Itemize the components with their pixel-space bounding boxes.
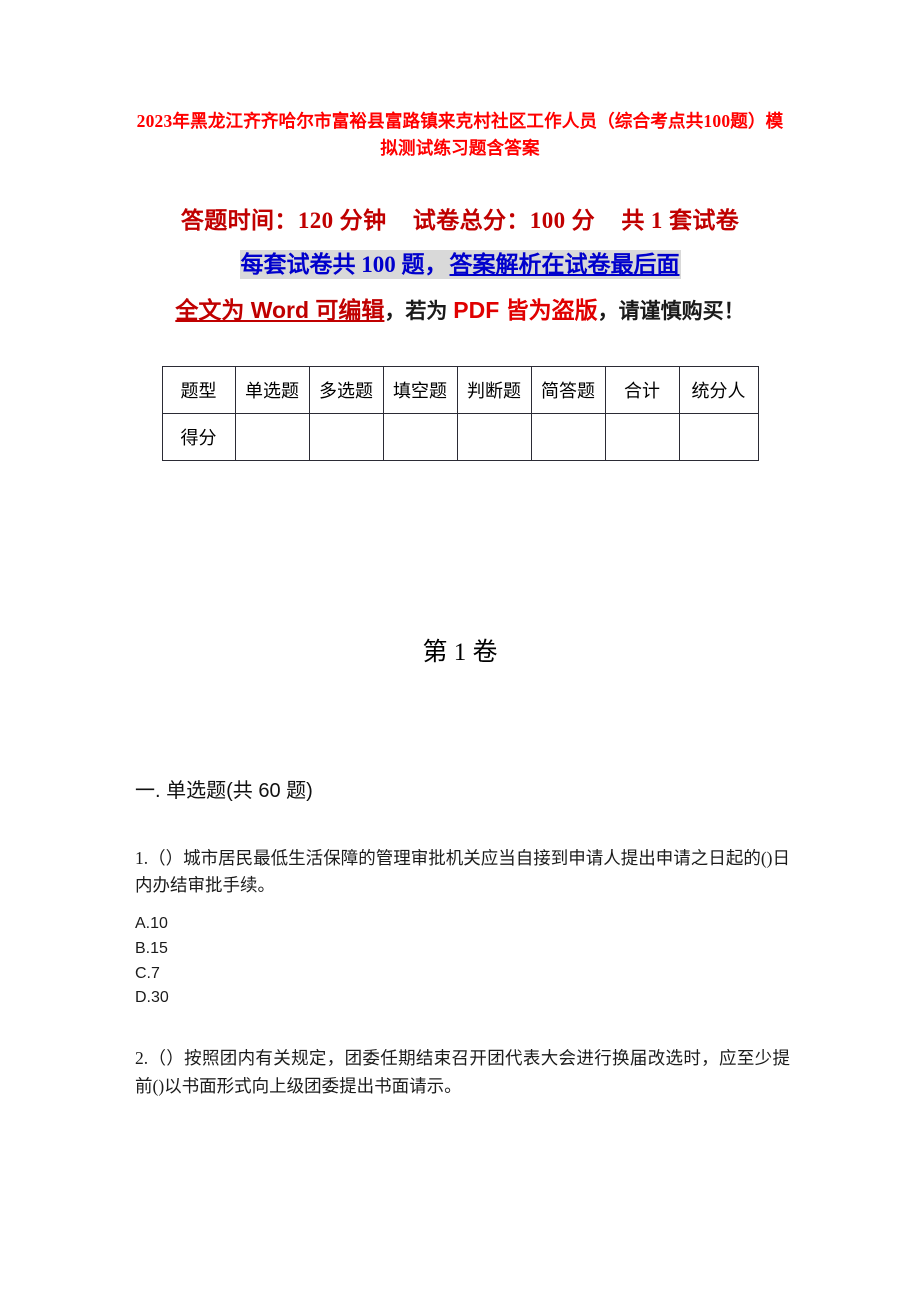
table-header-cell: 单选题 xyxy=(234,366,310,415)
option-list: A.10 B.15 C.7 D.30 xyxy=(135,912,790,1011)
table-header-cell: 题型 xyxy=(161,366,236,415)
document-page: 2023年黑龙江齐齐哈尔市富裕县富路镇来克村社区工作人员（综合考点共100题）模… xyxy=(0,0,920,1302)
score-table: 题型 单选题 多选题 填空题 判断题 简答题 合计 统分人 得分 xyxy=(161,366,759,462)
section-heading-single-choice: 一. 单选题(共 60 题) xyxy=(135,779,313,802)
score-cell[interactable] xyxy=(308,413,384,462)
paper-count-label: 共 1 套试卷 xyxy=(621,208,740,234)
purchase-caution-text: ，请谨慎购买！ xyxy=(597,299,745,323)
question-item: 1.（）城市居民最低生活保障的管理审批机关应当自接到申请人提出申请之日起的()日… xyxy=(135,845,790,1011)
table-row: 得分 xyxy=(161,413,759,462)
question-text: 2.（）按照团内有关规定，团委任期结束召开团代表大会进行换届改选时，应至少提前(… xyxy=(135,1048,790,1096)
score-table-container: 题型 单选题 多选题 填空题 判断题 简答题 合计 统分人 得分 xyxy=(130,366,790,462)
word-editable-text: 全文为 Word 可编辑 xyxy=(175,296,385,323)
page-title: 2023年黑龙江齐齐哈尔市富裕县富路镇来克村社区工作人员（综合考点共100题）模… xyxy=(136,111,784,158)
answer-location-line: 每套试卷共 100 题，答案解析在试卷最后面 xyxy=(130,249,790,281)
row-label-cell: 得分 xyxy=(161,413,236,462)
score-cell[interactable] xyxy=(678,413,759,462)
table-header-cell: 判断题 xyxy=(456,366,532,415)
score-cell[interactable] xyxy=(234,413,310,462)
table-header-cell: 统分人 xyxy=(678,366,759,415)
score-cell[interactable] xyxy=(530,413,606,462)
volume-heading: 第 1 卷 xyxy=(422,639,498,667)
score-cell[interactable] xyxy=(604,413,680,462)
table-header-cell: 合计 xyxy=(604,366,680,415)
option-b[interactable]: B.15 xyxy=(135,937,790,962)
answer-analysis-text: 答案解析在试卷最后面 xyxy=(448,250,681,280)
score-cell[interactable] xyxy=(456,413,532,462)
table-header-cell: 多选题 xyxy=(308,366,384,415)
question-text: 1.（）城市居民最低生活保障的管理审批机关应当自接到申请人提出申请之日起的()日… xyxy=(135,847,790,896)
table-header-cell: 填空题 xyxy=(382,366,458,415)
exam-banner: 答题时间：120 分钟 试卷总分：100 分 共 1 套试卷 每套试卷共 100… xyxy=(130,205,790,328)
format-warning-line: 全文为 Word 可编辑，若为 PDF 皆为盗版，请谨慎购买！ xyxy=(130,293,790,329)
table-header-cell: 简答题 xyxy=(530,366,606,415)
question-item: 2.（）按照团内有关规定，团委任期结束召开团代表大会进行换届改选时，应至少提前(… xyxy=(135,1045,790,1100)
table-row: 题型 单选题 多选题 填空题 判断题 简答题 合计 统分人 xyxy=(161,366,759,415)
exam-info-line: 答题时间：120 分钟 试卷总分：100 分 共 1 套试卷 xyxy=(130,205,790,237)
option-c[interactable]: C.7 xyxy=(135,962,790,987)
option-d[interactable]: D.30 xyxy=(135,986,790,1011)
score-cell[interactable] xyxy=(382,413,458,462)
total-score-label: 试卷总分：100 分 xyxy=(412,208,596,234)
warning-connector-text: ，若为 xyxy=(384,299,454,323)
question-count-text: 每套试卷共 100 题， xyxy=(239,250,449,280)
answer-time-label: 答题时间：120 分钟 xyxy=(180,208,387,234)
option-a[interactable]: A.10 xyxy=(135,912,790,937)
pdf-piracy-text: PDF 皆为盗版 xyxy=(453,296,598,323)
